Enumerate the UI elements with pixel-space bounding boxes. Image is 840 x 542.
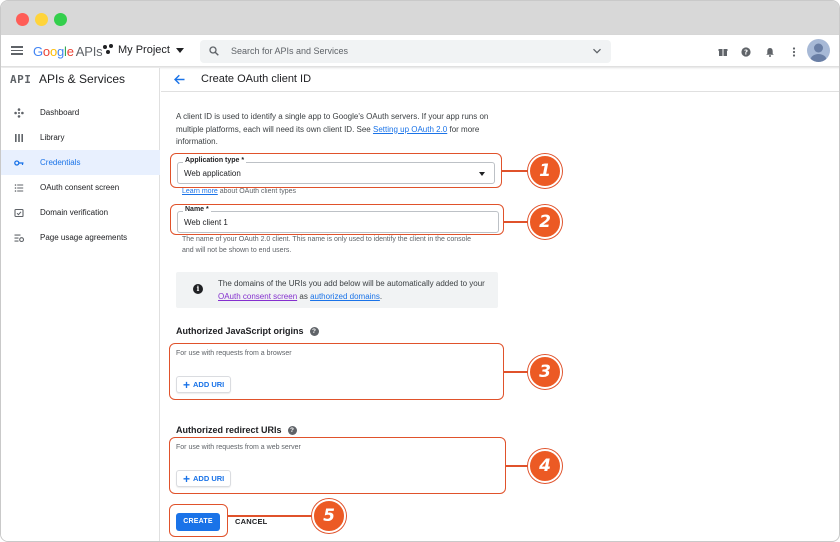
dashboard-icon: [14, 108, 24, 118]
sidebar: API APIs & Services Dashboard Library Cr: [1, 68, 160, 541]
browser-window: Google APIs My Project Search for APIs an…: [0, 0, 840, 542]
highlight-redirect-uris: [169, 437, 506, 494]
maximize-window-button[interactable]: [54, 13, 67, 26]
user-avatar-icon: [810, 43, 827, 62]
sidebar-item-library[interactable]: Library: [1, 125, 160, 150]
learn-more-link[interactable]: Learn more: [182, 188, 218, 195]
google-apis-logo[interactable]: Google APIs: [33, 44, 103, 59]
name-helper-text: The name of your OAuth 2.0 client. This …: [182, 236, 471, 254]
domains-info-box: i The domains of the URIs you add below …: [176, 272, 498, 308]
key-icon: [14, 160, 24, 166]
close-window-button[interactable]: [16, 13, 29, 26]
help-icon[interactable]: ?: [741, 47, 751, 57]
annotation-badge-4: 4: [528, 449, 562, 483]
highlight-create-button: [169, 504, 228, 537]
consent-icon: [14, 184, 24, 192]
project-selector[interactable]: My Project: [103, 44, 184, 56]
sidebar-title: APIs & Services: [39, 72, 126, 86]
authorized-domains-link[interactable]: authorized domains: [310, 292, 380, 301]
annotation-badge-2: 2: [528, 205, 562, 239]
library-icon: [15, 134, 23, 142]
cancel-button[interactable]: CANCEL: [235, 517, 267, 526]
intro-text: A client ID is used to identify a single…: [176, 112, 489, 146]
info-icon: i: [193, 284, 203, 294]
annotation-connector-3: [504, 371, 530, 373]
gift-icon[interactable]: [718, 47, 728, 57]
page-title: Create OAuth client ID: [201, 73, 312, 85]
chevron-down-icon: [175, 47, 184, 53]
help-icon[interactable]: ?: [309, 326, 319, 336]
more-vertical-icon[interactable]: [789, 47, 799, 57]
annotation-badge-3: 3: [528, 355, 562, 389]
annotation-connector-1: [502, 170, 530, 172]
sidebar-item-page-usage-agreements[interactable]: Page usage agreements: [1, 225, 160, 250]
menu-icon[interactable]: [11, 46, 23, 55]
oauth-consent-screen-link[interactable]: OAuth consent screen: [218, 292, 297, 301]
window-titlebar: [1, 1, 839, 35]
api-logo: API: [10, 73, 32, 86]
annotation-connector-4: [506, 465, 530, 467]
sidebar-item-domain-verification[interactable]: Domain verification: [1, 200, 160, 225]
search-input[interactable]: Search for APIs and Services: [231, 46, 348, 56]
search-icon: [209, 46, 219, 56]
learn-more-text: Learn more about OAuth client types: [182, 188, 297, 195]
sidebar-item-credentials[interactable]: Credentials: [1, 150, 160, 175]
back-arrow-icon[interactable]: [173, 73, 186, 86]
annotation-connector-2: [504, 221, 530, 223]
minimize-window-button[interactable]: [35, 13, 48, 26]
page-header: Create OAuth client ID: [161, 68, 839, 92]
redirect-uris-title: Authorized redirect URIs ?: [176, 425, 297, 435]
help-icon[interactable]: ?: [287, 425, 297, 435]
search-bar[interactable]: Search for APIs and Services: [200, 40, 611, 63]
user-avatar[interactable]: [807, 39, 830, 62]
chevron-down-icon[interactable]: [592, 46, 602, 56]
svg-text:?: ?: [744, 49, 748, 57]
highlight-name-field: [170, 204, 504, 235]
settings-list-icon: [14, 234, 24, 243]
annotation-badge-5: 5: [312, 499, 346, 533]
js-origins-title: Authorized JavaScript origins ?: [176, 326, 319, 336]
setting-up-oauth-link[interactable]: Setting up OAuth 2.0: [373, 125, 447, 134]
sidebar-item-dashboard[interactable]: Dashboard: [1, 100, 160, 125]
annotation-badge-1: 1: [528, 154, 562, 188]
project-icon: [103, 44, 115, 56]
highlight-application-type: [170, 153, 502, 188]
sidebar-header: API APIs & Services: [1, 68, 160, 92]
sidebar-item-oauth-consent-screen[interactable]: OAuth consent screen: [1, 175, 160, 200]
domain-verification-icon: [14, 208, 24, 218]
project-name: My Project: [118, 44, 170, 56]
notifications-bell-icon[interactable]: [765, 47, 775, 57]
highlight-js-origins: [169, 343, 504, 400]
annotation-connector-5: [228, 515, 314, 517]
